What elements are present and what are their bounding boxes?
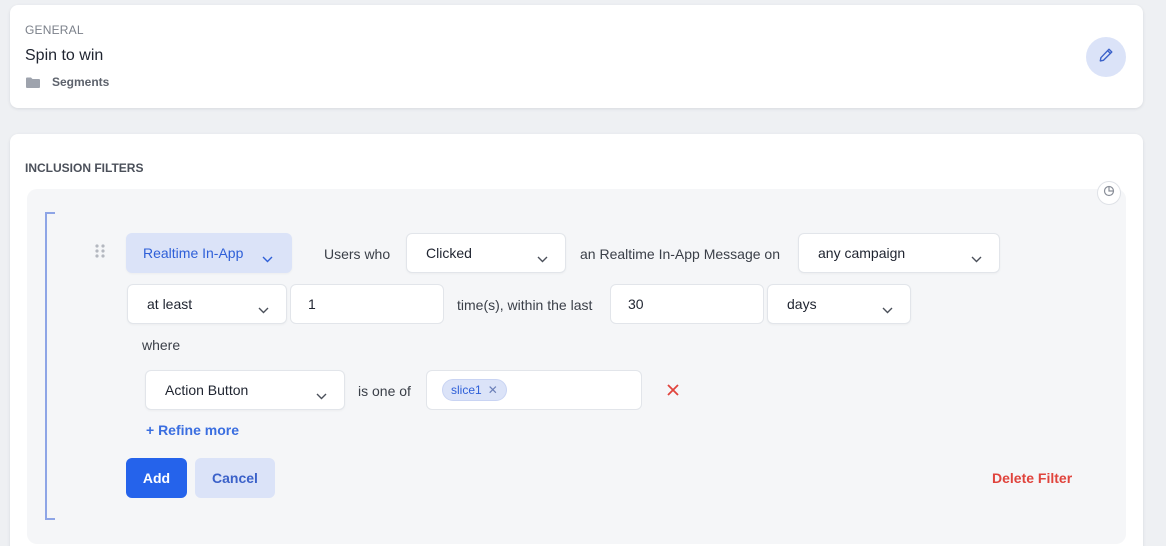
where-label: where — [142, 337, 181, 353]
page-title: Spin to win — [25, 47, 104, 64]
chip-remove-icon[interactable]: ✕ — [488, 383, 498, 397]
period-unit-select-value: days — [787, 296, 817, 312]
period-unit-select[interactable]: days — [767, 284, 911, 324]
period-input[interactable]: 30 — [610, 284, 764, 324]
campaign-select[interactable]: any campaign — [798, 233, 1000, 273]
times-label: time(s), within the last — [457, 297, 593, 313]
campaign-select-value: any campaign — [818, 245, 906, 261]
folder-label: Segments — [52, 75, 110, 89]
frequency-select[interactable]: at least — [127, 284, 287, 324]
refine-more-link[interactable]: + Refine more — [146, 422, 239, 438]
chevron-down-icon — [262, 250, 273, 262]
count-input[interactable]: 1 — [290, 284, 444, 324]
inclusion-filters-label: INCLUSION FILTERS — [25, 161, 144, 175]
chevron-down-icon — [882, 301, 893, 313]
chevron-down-icon — [258, 301, 269, 313]
general-section-label: GENERAL — [25, 23, 84, 37]
channel-select[interactable]: Realtime In-App — [126, 233, 292, 273]
cancel-button[interactable]: Cancel — [195, 458, 275, 498]
inclusion-filters-card: INCLUSION FILTERS Realtime In-App Users … — [10, 134, 1143, 546]
action-select[interactable]: Clicked — [406, 233, 566, 273]
chevron-down-icon — [316, 387, 327, 399]
property-select-value: Action Button — [165, 382, 249, 398]
users-who-label: Users who — [324, 246, 391, 262]
group-bracket — [45, 212, 55, 520]
value-chip[interactable]: slice1 ✕ — [442, 379, 507, 401]
general-card: GENERAL Spin to win Segments — [10, 5, 1143, 108]
folder-breadcrumb[interactable]: Segments — [26, 75, 109, 89]
value-chip-label: slice1 — [451, 383, 482, 397]
add-button[interactable]: Add — [126, 458, 187, 498]
remove-condition-icon[interactable] — [667, 383, 679, 401]
message-label: an Realtime In-App Message on — [580, 246, 780, 262]
chevron-down-icon — [537, 250, 548, 262]
frequency-select-value: at least — [147, 296, 193, 312]
values-input[interactable]: slice1 ✕ — [426, 370, 642, 410]
property-select[interactable]: Action Button — [145, 370, 345, 410]
chevron-down-icon — [971, 250, 982, 262]
delete-filter-link[interactable]: Delete Filter — [992, 470, 1072, 486]
operator-label: is one of — [358, 383, 411, 399]
filter-options-button[interactable] — [1097, 181, 1121, 205]
channel-select-value: Realtime In-App — [143, 245, 244, 261]
filter-group: Realtime In-App Users who Clicked an Rea… — [27, 181, 1126, 544]
drag-handle-icon[interactable] — [95, 244, 105, 265]
pie-chart-icon — [1103, 184, 1115, 202]
pencil-icon — [1098, 47, 1114, 68]
edit-button[interactable] — [1086, 37, 1126, 77]
action-select-value: Clicked — [426, 245, 472, 261]
folder-icon — [26, 77, 40, 88]
